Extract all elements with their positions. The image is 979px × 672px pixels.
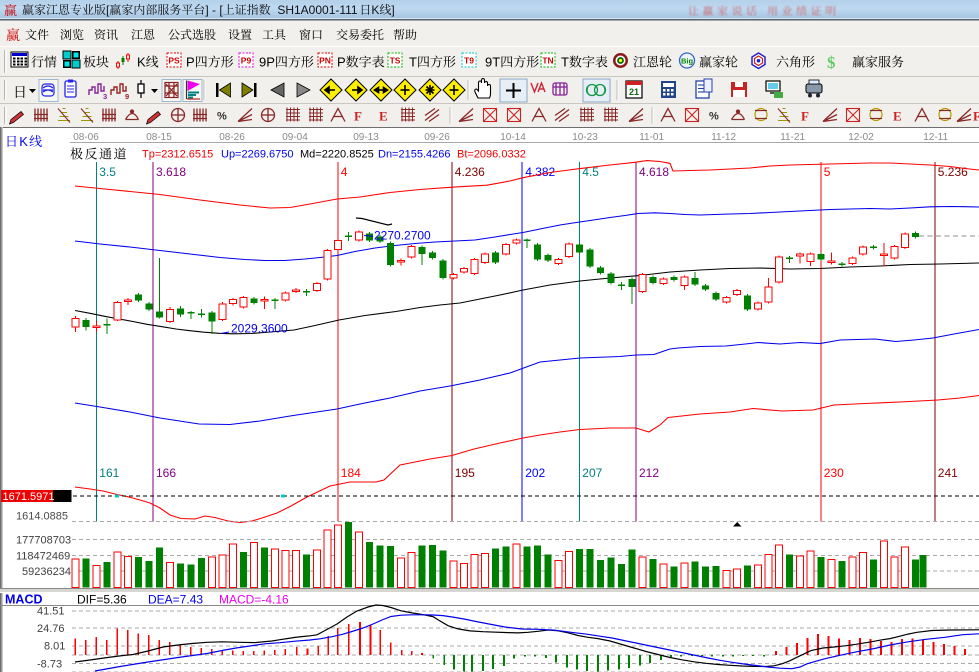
svg-text:202: 202 (525, 466, 545, 480)
svg-text:1671.5971: 1671.5971 (3, 491, 55, 503)
svg-text:T: T (409, 55, 417, 70)
svg-text:3.5: 3.5 (99, 165, 116, 179)
svg-text:09-26: 09-26 (424, 132, 450, 143)
svg-text:161: 161 (99, 466, 119, 480)
svg-text:DEA=7.43: DEA=7.43 (148, 593, 203, 607)
svg-text:SH1A0001-111: SH1A0001-111 (277, 3, 358, 17)
svg-text:184: 184 (341, 466, 361, 480)
svg-text:]: ] (205, 3, 208, 17)
svg-text:10-23: 10-23 (572, 132, 598, 143)
svg-text:P9: P9 (241, 56, 252, 66)
svg-text:195: 195 (455, 466, 475, 480)
svg-text:F: F (973, 109, 979, 124)
svg-text:24.76: 24.76 (37, 623, 65, 635)
svg-text:F: F (801, 109, 809, 124)
svg-text:E: E (379, 109, 388, 124)
svg-text:Md=2220.8525: Md=2220.8525 (300, 149, 374, 161)
svg-text:K: K (19, 134, 29, 149)
svg-text:E: E (893, 109, 902, 124)
svg-text:09-13: 09-13 (353, 132, 379, 143)
svg-text:Dn=2155.4266: Dn=2155.4266 (378, 149, 450, 161)
svg-text:K: K (137, 55, 146, 70)
svg-text:3.618: 3.618 (156, 165, 186, 179)
svg-text:230: 230 (824, 466, 844, 480)
svg-text:Big: Big (681, 57, 694, 66)
svg-text:8.01: 8.01 (44, 641, 65, 653)
svg-text:166: 166 (156, 466, 176, 480)
svg-text:12-11: 12-11 (923, 132, 948, 143)
svg-text:2270.2700: 2270.2700 (374, 229, 431, 243)
svg-text:PS: PS (168, 56, 180, 66)
svg-text:08-06: 08-06 (73, 132, 99, 143)
svg-text:08-26: 08-26 (219, 132, 245, 143)
svg-text:DIF=5.36: DIF=5.36 (77, 593, 127, 607)
svg-text:9T: 9T (485, 55, 500, 70)
svg-text:3: 3 (103, 92, 107, 101)
svg-text:Tp=2312.6515: Tp=2312.6515 (142, 149, 213, 161)
svg-text:118472469: 118472469 (16, 551, 70, 563)
svg-text:P: P (337, 55, 346, 70)
svg-text:MACD: MACD (5, 593, 43, 607)
svg-text:K: K (371, 3, 379, 17)
svg-text:177708703: 177708703 (16, 535, 71, 547)
svg-text:]: ] (391, 3, 394, 17)
svg-text:%: % (217, 111, 227, 123)
svg-text:11-21: 11-21 (780, 132, 805, 143)
svg-text:MACD=-4.16: MACD=-4.16 (219, 593, 289, 607)
svg-text:207: 207 (582, 466, 602, 480)
svg-text:11-12: 11-12 (711, 132, 736, 143)
svg-text:PN: PN (319, 56, 331, 66)
svg-text:1614.0885: 1614.0885 (16, 511, 68, 523)
svg-text:212: 212 (639, 466, 659, 480)
svg-text:5: 5 (824, 165, 831, 179)
svg-text:T9: T9 (464, 56, 474, 66)
svg-text:-: - (212, 3, 216, 17)
svg-text:F: F (354, 109, 362, 124)
svg-text:Up=2269.6750: Up=2269.6750 (221, 149, 293, 161)
svg-text:TN: TN (542, 56, 553, 66)
svg-text:41.51: 41.51 (37, 606, 65, 618)
svg-text:4: 4 (341, 165, 348, 179)
svg-text:P: P (186, 55, 195, 70)
svg-text:-8.73: -8.73 (37, 658, 62, 670)
svg-text:9: 9 (125, 92, 129, 101)
svg-text:10-14: 10-14 (500, 132, 526, 143)
svg-text:11-01: 11-01 (639, 132, 664, 143)
svg-text:%: % (709, 111, 719, 123)
svg-text:59236234: 59236234 (22, 566, 71, 578)
svg-text:4.618: 4.618 (639, 165, 669, 179)
svg-text:T: T (561, 55, 569, 70)
svg-text:09-04: 09-04 (282, 132, 308, 143)
svg-text:12-02: 12-02 (848, 132, 874, 143)
svg-text:$: $ (827, 53, 836, 72)
svg-text:21: 21 (629, 87, 639, 97)
svg-text:08-15: 08-15 (146, 132, 172, 143)
svg-text:TS: TS (390, 56, 401, 66)
svg-text:241: 241 (938, 466, 958, 480)
svg-text:2029.3600: 2029.3600 (231, 322, 288, 336)
svg-text:4.236: 4.236 (455, 165, 485, 179)
svg-text:9P: 9P (259, 55, 275, 70)
svg-text:Bt=2096.0332: Bt=2096.0332 (457, 149, 526, 161)
